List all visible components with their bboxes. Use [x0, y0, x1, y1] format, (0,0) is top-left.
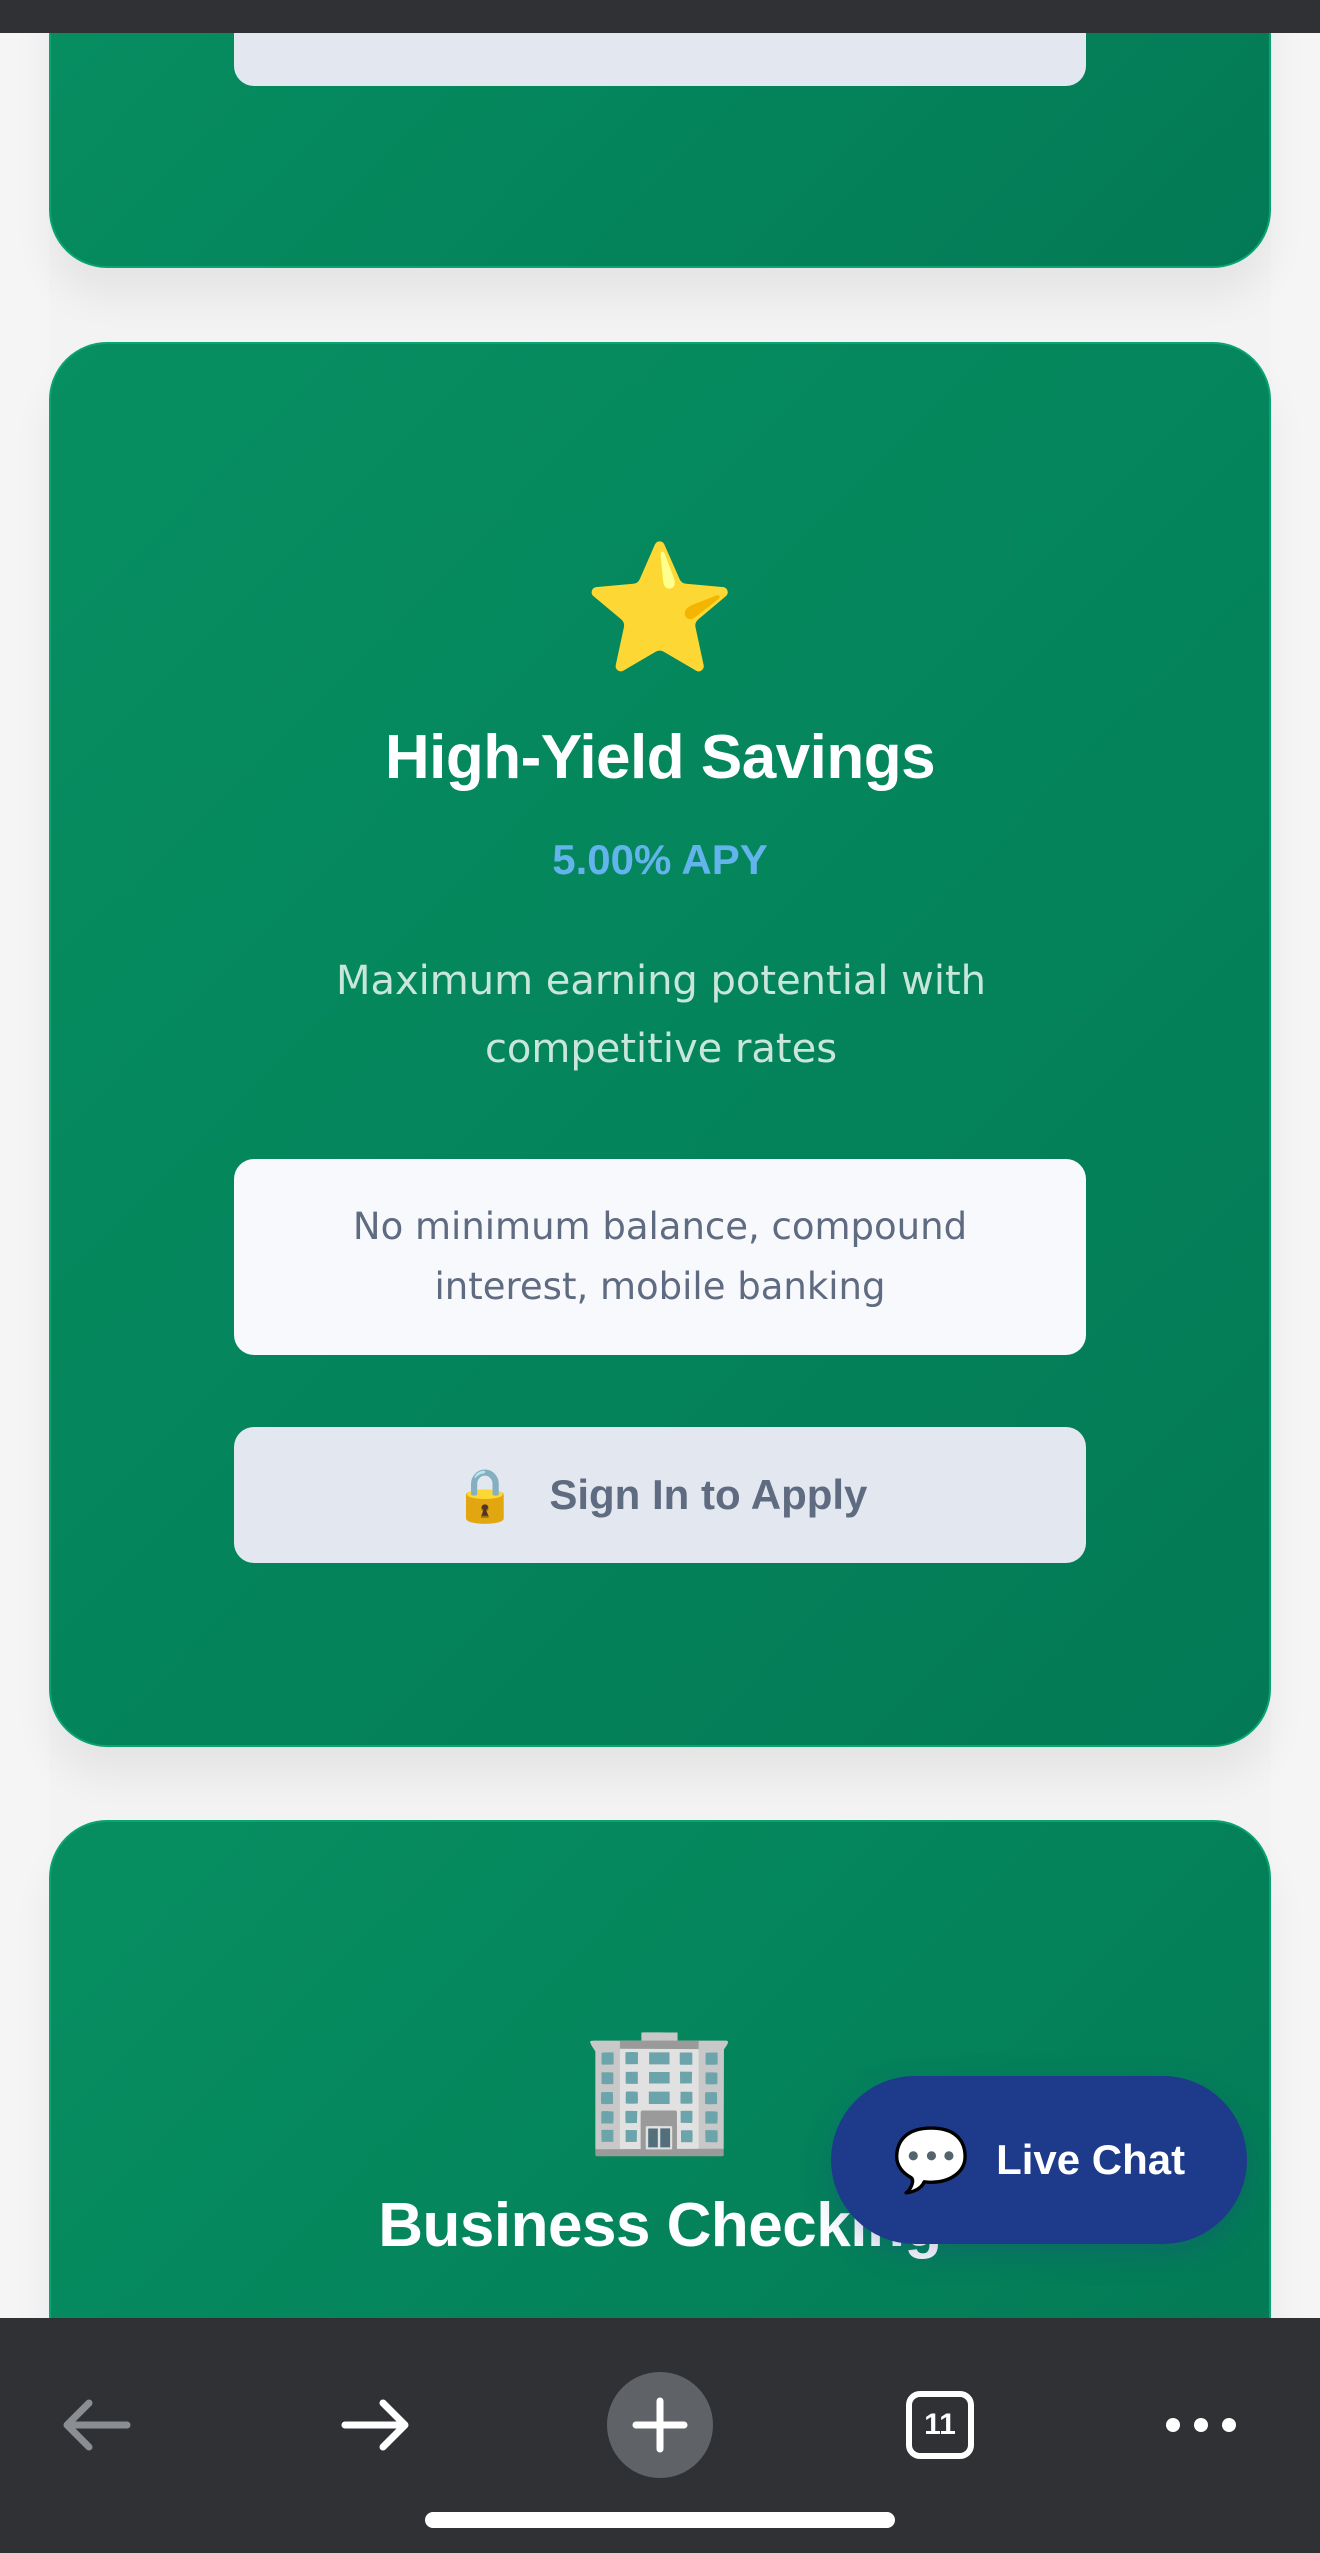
features-text: No minimum balance, compound interest, m… [352, 1205, 968, 1308]
plus-icon [632, 2397, 688, 2453]
live-chat-button[interactable]: 💬 Live Chat [831, 2076, 1247, 2244]
card-title: High-Yield Savings [384, 723, 936, 792]
lock-icon: 🔒 [452, 1466, 518, 1525]
tab-count: 11 [906, 2391, 974, 2459]
new-tab-button[interactable] [605, 2370, 715, 2480]
arrow-right-icon [341, 2399, 409, 2451]
back-button[interactable] [40, 2370, 150, 2480]
rate-badge: 5.00% APY [552, 836, 768, 883]
card-description: Maximum earning potential with competiti… [335, 958, 987, 1072]
arrow-left-icon [63, 2399, 131, 2451]
sign-in-to-apply-button[interactable]: 🔒 Sign In to Apply [234, 1427, 1086, 1563]
account-card-high-yield-savings: ⭐ High-Yield Savings 5.00% APY Maximum e… [49, 342, 1271, 1747]
apply-button-label: Sign In to Apply [549, 1471, 868, 1518]
status-bar [0, 0, 1320, 33]
new-tab-circle [607, 2372, 713, 2478]
speech-bubble-icon: 💬 [892, 2125, 971, 2195]
features-box: No minimum balance, compound interest, m… [234, 1159, 1086, 1355]
live-chat-label: Live Chat [996, 2136, 1186, 2183]
star-icon: ⭐ [582, 537, 738, 681]
tab-switcher-button[interactable]: 11 [885, 2370, 995, 2480]
more-dots-icon [1166, 2418, 1236, 2432]
more-menu-button[interactable] [1146, 2370, 1256, 2480]
account-card-partial [49, 0, 1271, 268]
home-indicator [425, 2512, 895, 2528]
forward-button[interactable] [322, 2370, 432, 2480]
